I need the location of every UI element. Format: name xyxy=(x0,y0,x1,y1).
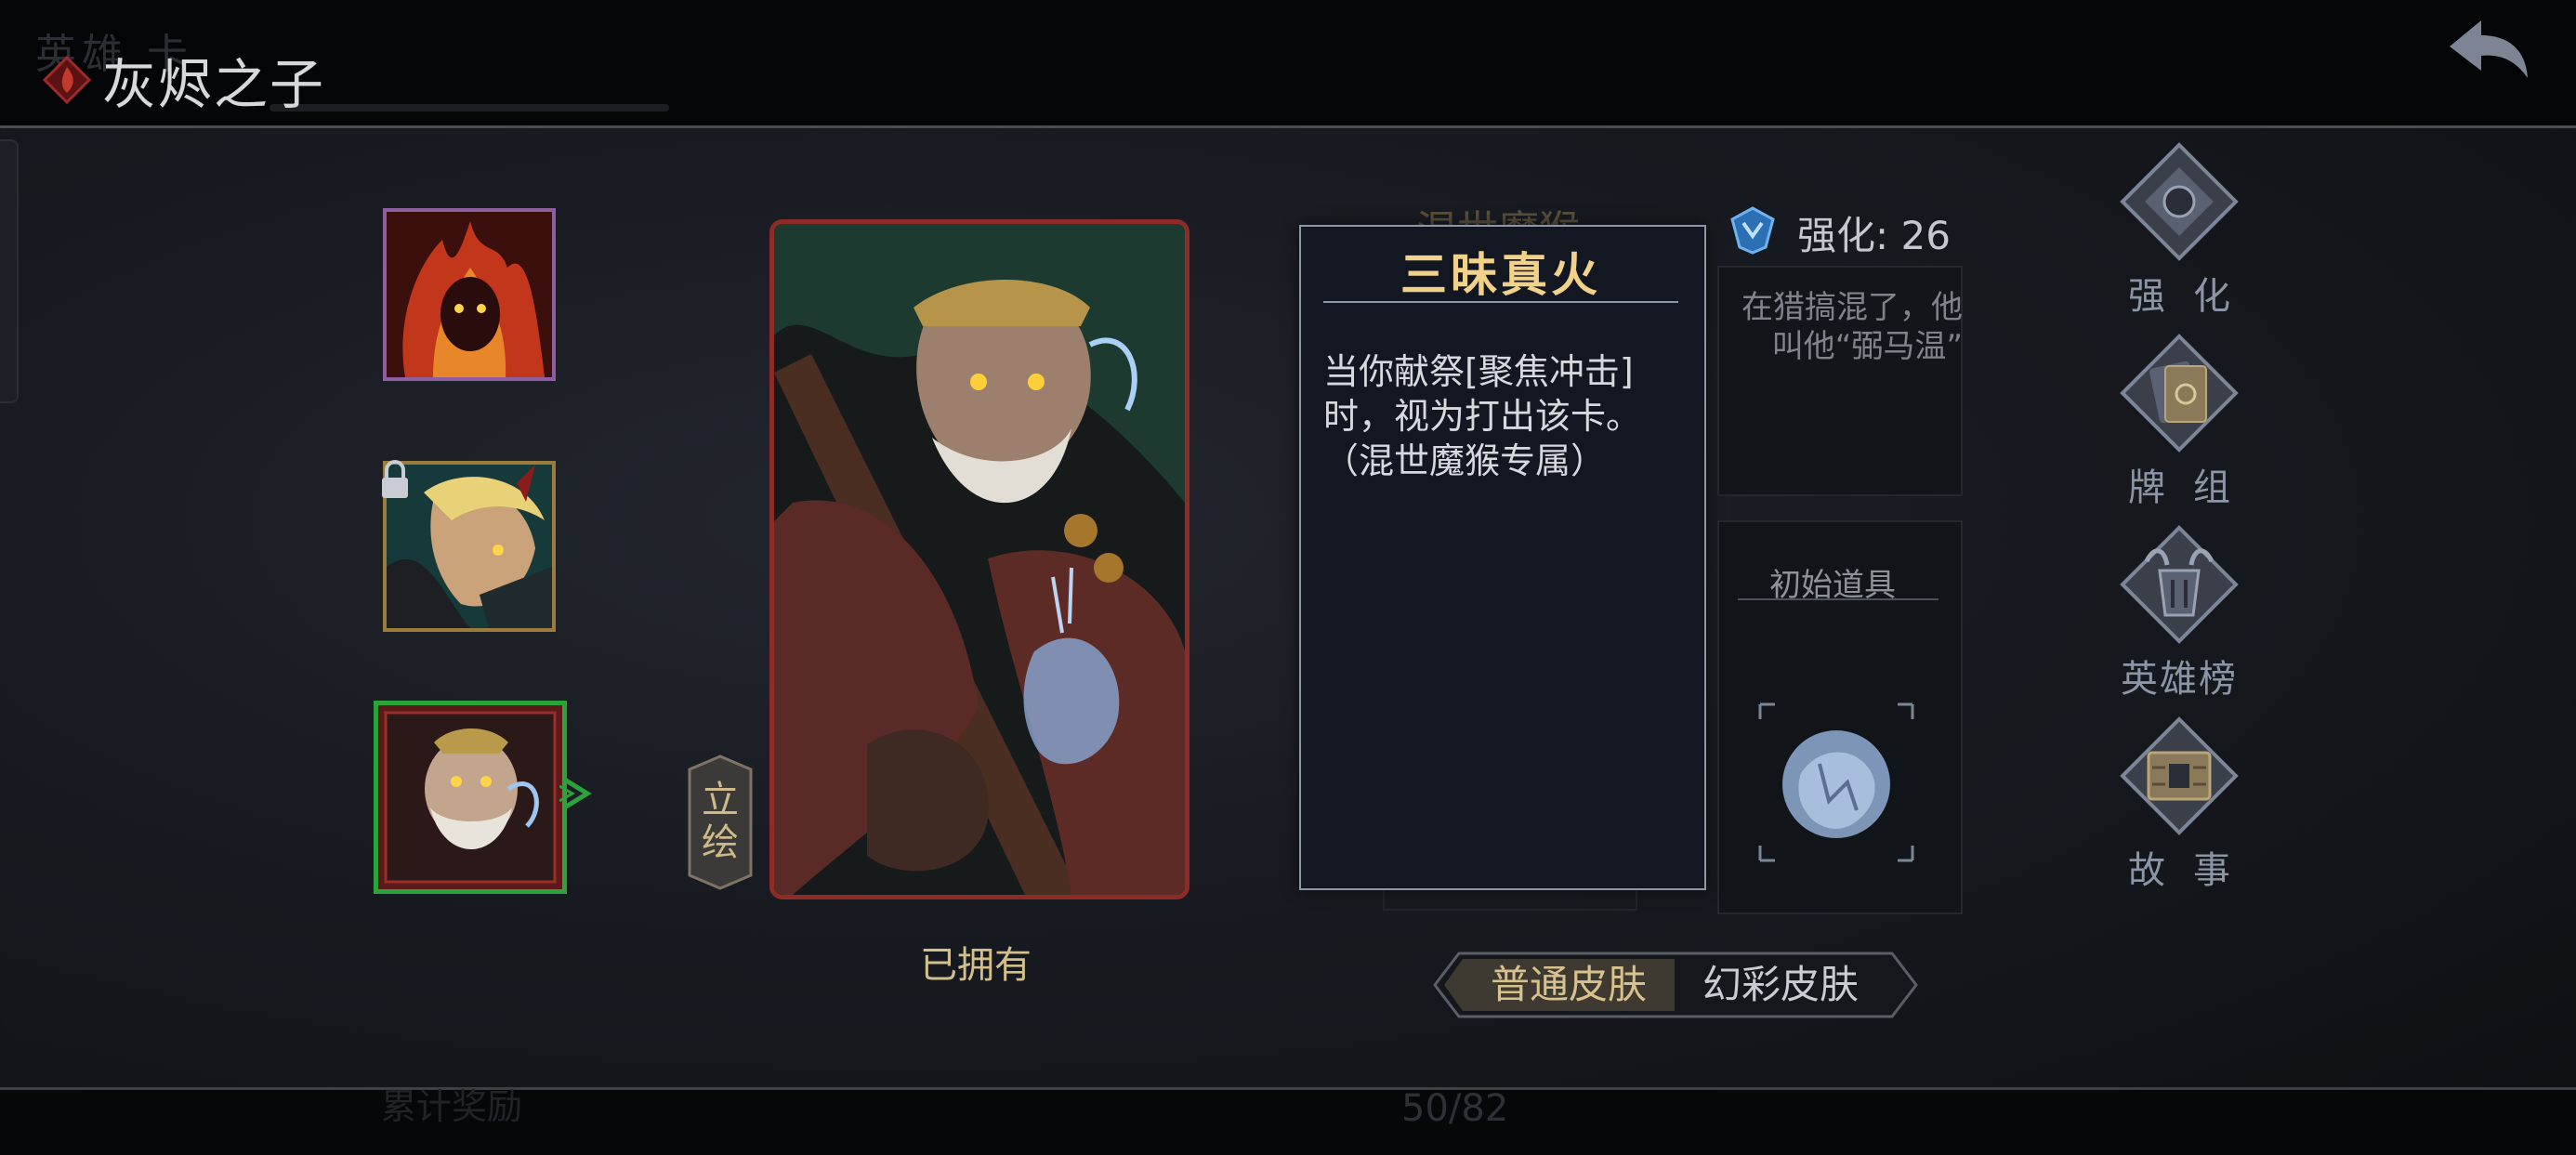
horned-warrior-portrait-icon xyxy=(387,465,552,628)
art-toggle-label[interactable]: 立绘 xyxy=(699,779,742,864)
enhance-level-icon xyxy=(1730,206,1775,255)
divider xyxy=(1738,598,1939,600)
back-button[interactable] xyxy=(2442,13,2535,87)
tooltip-divider xyxy=(1323,301,1678,303)
normal-skin-tab[interactable]: 普通皮肤 xyxy=(1463,955,1675,1015)
background-slider xyxy=(269,104,669,112)
background-reward-text: 累计奖励 xyxy=(381,1086,523,1127)
owned-status: 已拥有 xyxy=(920,944,1032,987)
tooltip-title: 三昧真火 xyxy=(1400,248,1601,302)
fire-demon-portrait-icon xyxy=(387,212,552,377)
monkey-king-art-icon xyxy=(774,224,1185,895)
left-edge-tab[interactable] xyxy=(0,139,19,403)
title-group: 灰烬之子 xyxy=(41,45,325,116)
collection-count: 50/82 xyxy=(1401,1087,1509,1130)
lock-icon xyxy=(382,460,408,498)
enhance-icon xyxy=(2120,142,2239,261)
card-tooltip xyxy=(1299,225,1706,890)
hero-portrait-fire[interactable] xyxy=(383,208,556,381)
menu-leaderboard-label: 英雄榜 xyxy=(2121,658,2238,701)
menu-enhance-label: 强化 xyxy=(2128,275,2258,318)
hero-art-frame xyxy=(769,219,1189,899)
deck-icon xyxy=(2120,334,2239,453)
leaderboard-icon xyxy=(2120,525,2239,644)
menu-story-label: 故事 xyxy=(2128,849,2258,892)
initial-item-icon[interactable] xyxy=(1755,699,1918,866)
menu-enhance[interactable]: 强化 xyxy=(2100,141,2258,320)
monkey-king-portrait-icon xyxy=(378,705,562,889)
page-title: 灰烬之子 xyxy=(102,53,326,116)
fancy-skin-tab[interactable]: 幻彩皮肤 xyxy=(1675,955,1886,1015)
enhance-level: 强化: 26 xyxy=(1797,213,1951,258)
menu-leaderboard[interactable]: 英雄榜 xyxy=(2100,524,2258,702)
tooltip-description: 当你献祭[聚焦冲击]时，视为打出该卡。（混世魔猴专属） xyxy=(1323,351,1642,481)
selected-arrow-icon xyxy=(559,776,592,811)
hero-story-text: 在猎搞混了，他 叫他“弼马温” xyxy=(1741,289,1963,365)
hero-portrait-monkey-selected[interactable] xyxy=(374,701,567,894)
menu-deck[interactable]: 牌组 xyxy=(2100,333,2258,511)
menu-story[interactable]: 故事 xyxy=(2100,715,2258,894)
menu-deck-label: 牌组 xyxy=(2128,466,2258,509)
ember-logo-icon xyxy=(42,55,92,105)
story-icon xyxy=(2120,716,2239,835)
